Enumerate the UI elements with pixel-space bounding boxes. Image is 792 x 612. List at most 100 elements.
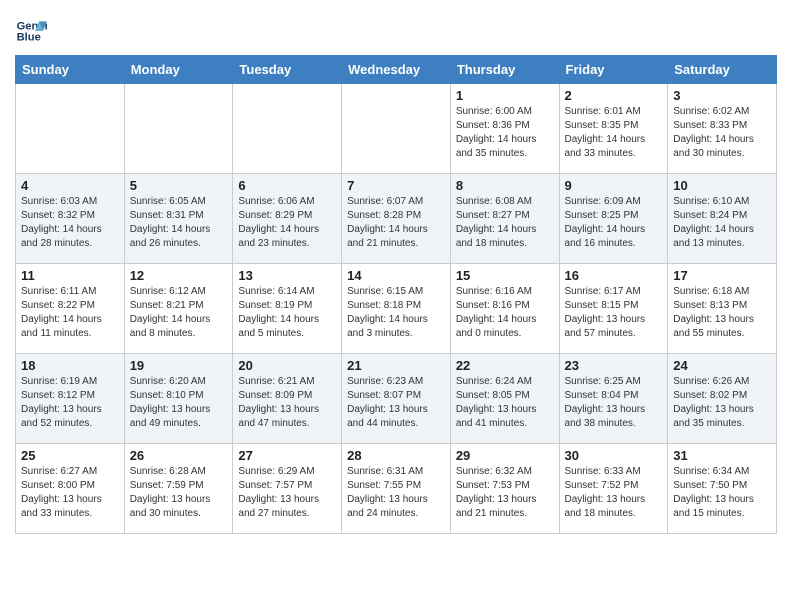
day-number: 13 bbox=[238, 268, 336, 283]
day-number: 11 bbox=[21, 268, 119, 283]
logo-icon: General Blue bbox=[15, 15, 47, 47]
calendar-table: SundayMondayTuesdayWednesdayThursdayFrid… bbox=[15, 55, 777, 534]
calendar-cell bbox=[124, 84, 233, 174]
calendar-cell: 27 Sunrise: 6:29 AM Sunset: 7:57 PM Dayli… bbox=[233, 444, 342, 534]
calendar-cell: 19 Sunrise: 6:20 AM Sunset: 8:10 PM Dayli… bbox=[124, 354, 233, 444]
day-number: 1 bbox=[456, 88, 554, 103]
day-info: Sunrise: 6:19 AM Sunset: 8:12 PM Dayligh… bbox=[21, 375, 119, 431]
day-info: Sunrise: 6:26 AM Sunset: 8:02 PM Dayligh… bbox=[673, 375, 771, 431]
calendar-cell: 16Sunrise: 6:17 AM Sunset: 8:15 PM Dayli… bbox=[559, 264, 668, 354]
calendar-week-4: 18 Sunrise: 6:19 AM Sunset: 8:12 PM Dayli… bbox=[16, 354, 777, 444]
day-info: Sunrise: 6:27 AM Sunset: 8:00 PM Dayligh… bbox=[21, 465, 119, 521]
calendar-week-5: 25Sunrise: 6:27 AM Sunset: 8:00 PM Dayli… bbox=[16, 444, 777, 534]
day-info: Sunrise: 6:08 AM Sunset: 8:27 PM Dayligh… bbox=[456, 195, 554, 251]
calendar-cell: 14 Sunrise: 6:15 AM Sunset: 8:18 PM Dayli… bbox=[342, 264, 451, 354]
day-info: Sunrise: 6:25 AM Sunset: 8:04 PM Dayligh… bbox=[565, 375, 663, 431]
day-number: 17 bbox=[673, 268, 771, 283]
day-info: Sunrise: 6:15 AM Sunset: 8:18 PM Dayligh… bbox=[347, 285, 445, 341]
day-header-monday: Monday bbox=[124, 56, 233, 84]
day-header-wednesday: Wednesday bbox=[342, 56, 451, 84]
day-number: 8 bbox=[456, 178, 554, 193]
calendar-cell: 24 Sunrise: 6:26 AM Sunset: 8:02 PM Dayli… bbox=[668, 354, 777, 444]
calendar-cell: 7Sunrise: 6:07 AM Sunset: 8:28 PM Daylig… bbox=[342, 174, 451, 264]
day-info: Sunrise: 6:29 AM Sunset: 7:57 PM Dayligh… bbox=[238, 465, 336, 521]
day-info: Sunrise: 6:06 AM Sunset: 8:29 PM Dayligh… bbox=[238, 195, 336, 251]
calendar-cell: 20 Sunrise: 6:21 AM Sunset: 8:09 PM Dayli… bbox=[233, 354, 342, 444]
calendar-cell: 25Sunrise: 6:27 AM Sunset: 8:00 PM Dayli… bbox=[16, 444, 125, 534]
day-number: 14 bbox=[347, 268, 445, 283]
day-number: 29 bbox=[456, 448, 554, 463]
day-headers-row: SundayMondayTuesdayWednesdayThursdayFrid… bbox=[16, 56, 777, 84]
day-number: 30 bbox=[565, 448, 663, 463]
day-number: 26 bbox=[130, 448, 228, 463]
day-number: 4 bbox=[21, 178, 119, 193]
day-number: 12 bbox=[130, 268, 228, 283]
day-info: Sunrise: 6:17 AM Sunset: 8:15 PM Dayligh… bbox=[565, 285, 663, 341]
day-number: 31 bbox=[673, 448, 771, 463]
day-info: Sunrise: 6:01 AM Sunset: 8:35 PM Dayligh… bbox=[565, 105, 663, 161]
svg-text:Blue: Blue bbox=[17, 32, 41, 44]
day-number: 3 bbox=[673, 88, 771, 103]
day-info: Sunrise: 6:24 AM Sunset: 8:05 PM Dayligh… bbox=[456, 375, 554, 431]
calendar-cell bbox=[342, 84, 451, 174]
calendar-cell: 26 Sunrise: 6:28 AM Sunset: 7:59 PM Dayli… bbox=[124, 444, 233, 534]
calendar-cell: 4 Sunrise: 6:03 AM Sunset: 8:32 PM Daylig… bbox=[16, 174, 125, 264]
day-number: 19 bbox=[130, 358, 228, 373]
calendar-cell: 3Sunrise: 6:02 AM Sunset: 8:33 PM Daylig… bbox=[668, 84, 777, 174]
day-number: 18 bbox=[21, 358, 119, 373]
calendar-cell: 30 Sunrise: 6:33 AM Sunset: 7:52 PM Dayli… bbox=[559, 444, 668, 534]
calendar-cell: 18 Sunrise: 6:19 AM Sunset: 8:12 PM Dayli… bbox=[16, 354, 125, 444]
calendar-cell: 13Sunrise: 6:14 AM Sunset: 8:19 PM Dayli… bbox=[233, 264, 342, 354]
day-info: Sunrise: 6:09 AM Sunset: 8:25 PM Dayligh… bbox=[565, 195, 663, 251]
day-info: Sunrise: 6:32 AM Sunset: 7:53 PM Dayligh… bbox=[456, 465, 554, 521]
calendar-cell: 5 Sunrise: 6:05 AM Sunset: 8:31 PM Daylig… bbox=[124, 174, 233, 264]
day-info: Sunrise: 6:12 AM Sunset: 8:21 PM Dayligh… bbox=[130, 285, 228, 341]
day-header-thursday: Thursday bbox=[450, 56, 559, 84]
calendar-cell: 11Sunrise: 6:11 AM Sunset: 8:22 PM Dayli… bbox=[16, 264, 125, 354]
calendar-cell: 8 Sunrise: 6:08 AM Sunset: 8:27 PM Daylig… bbox=[450, 174, 559, 264]
calendar-cell: 12 Sunrise: 6:12 AM Sunset: 8:21 PM Dayli… bbox=[124, 264, 233, 354]
calendar-cell: 28 Sunrise: 6:31 AM Sunset: 7:55 PM Dayli… bbox=[342, 444, 451, 534]
day-info: Sunrise: 6:21 AM Sunset: 8:09 PM Dayligh… bbox=[238, 375, 336, 431]
day-info: Sunrise: 6:31 AM Sunset: 7:55 PM Dayligh… bbox=[347, 465, 445, 521]
day-info: Sunrise: 6:03 AM Sunset: 8:32 PM Dayligh… bbox=[21, 195, 119, 251]
day-number: 2 bbox=[565, 88, 663, 103]
day-number: 10 bbox=[673, 178, 771, 193]
day-info: Sunrise: 6:18 AM Sunset: 8:13 PM Dayligh… bbox=[673, 285, 771, 341]
day-number: 27 bbox=[238, 448, 336, 463]
day-info: Sunrise: 6:20 AM Sunset: 8:10 PM Dayligh… bbox=[130, 375, 228, 431]
day-number: 20 bbox=[238, 358, 336, 373]
day-number: 28 bbox=[347, 448, 445, 463]
day-info: Sunrise: 6:05 AM Sunset: 8:31 PM Dayligh… bbox=[130, 195, 228, 251]
calendar-cell: 6Sunrise: 6:06 AM Sunset: 8:29 PM Daylig… bbox=[233, 174, 342, 264]
calendar-cell: 1 Sunrise: 6:00 AM Sunset: 8:36 PM Daylig… bbox=[450, 84, 559, 174]
day-header-saturday: Saturday bbox=[668, 56, 777, 84]
calendar-cell bbox=[233, 84, 342, 174]
day-number: 5 bbox=[130, 178, 228, 193]
calendar-cell: 9 Sunrise: 6:09 AM Sunset: 8:25 PM Daylig… bbox=[559, 174, 668, 264]
calendar-cell: 15Sunrise: 6:16 AM Sunset: 8:16 PM Dayli… bbox=[450, 264, 559, 354]
calendar-cell bbox=[16, 84, 125, 174]
logo: General Blue bbox=[15, 10, 51, 47]
calendar-cell: 29 Sunrise: 6:32 AM Sunset: 7:53 PM Dayli… bbox=[450, 444, 559, 534]
day-info: Sunrise: 6:10 AM Sunset: 8:24 PM Dayligh… bbox=[673, 195, 771, 251]
calendar-cell: 31 Sunrise: 6:34 AM Sunset: 7:50 PM Dayli… bbox=[668, 444, 777, 534]
day-info: Sunrise: 6:33 AM Sunset: 7:52 PM Dayligh… bbox=[565, 465, 663, 521]
calendar-week-3: 11Sunrise: 6:11 AM Sunset: 8:22 PM Dayli… bbox=[16, 264, 777, 354]
day-number: 9 bbox=[565, 178, 663, 193]
day-number: 22 bbox=[456, 358, 554, 373]
calendar-cell: 22 Sunrise: 6:24 AM Sunset: 8:05 PM Dayli… bbox=[450, 354, 559, 444]
day-info: Sunrise: 6:00 AM Sunset: 8:36 PM Dayligh… bbox=[456, 105, 554, 161]
day-info: Sunrise: 6:28 AM Sunset: 7:59 PM Dayligh… bbox=[130, 465, 228, 521]
day-number: 23 bbox=[565, 358, 663, 373]
day-info: Sunrise: 6:07 AM Sunset: 8:28 PM Dayligh… bbox=[347, 195, 445, 251]
page-header: General Blue bbox=[15, 10, 777, 47]
day-number: 24 bbox=[673, 358, 771, 373]
calendar-week-1: 1 Sunrise: 6:00 AM Sunset: 8:36 PM Daylig… bbox=[16, 84, 777, 174]
calendar-week-2: 4 Sunrise: 6:03 AM Sunset: 8:32 PM Daylig… bbox=[16, 174, 777, 264]
day-info: Sunrise: 6:23 AM Sunset: 8:07 PM Dayligh… bbox=[347, 375, 445, 431]
day-info: Sunrise: 6:34 AM Sunset: 7:50 PM Dayligh… bbox=[673, 465, 771, 521]
day-header-sunday: Sunday bbox=[16, 56, 125, 84]
calendar-cell: 23 Sunrise: 6:25 AM Sunset: 8:04 PM Dayli… bbox=[559, 354, 668, 444]
day-number: 21 bbox=[347, 358, 445, 373]
